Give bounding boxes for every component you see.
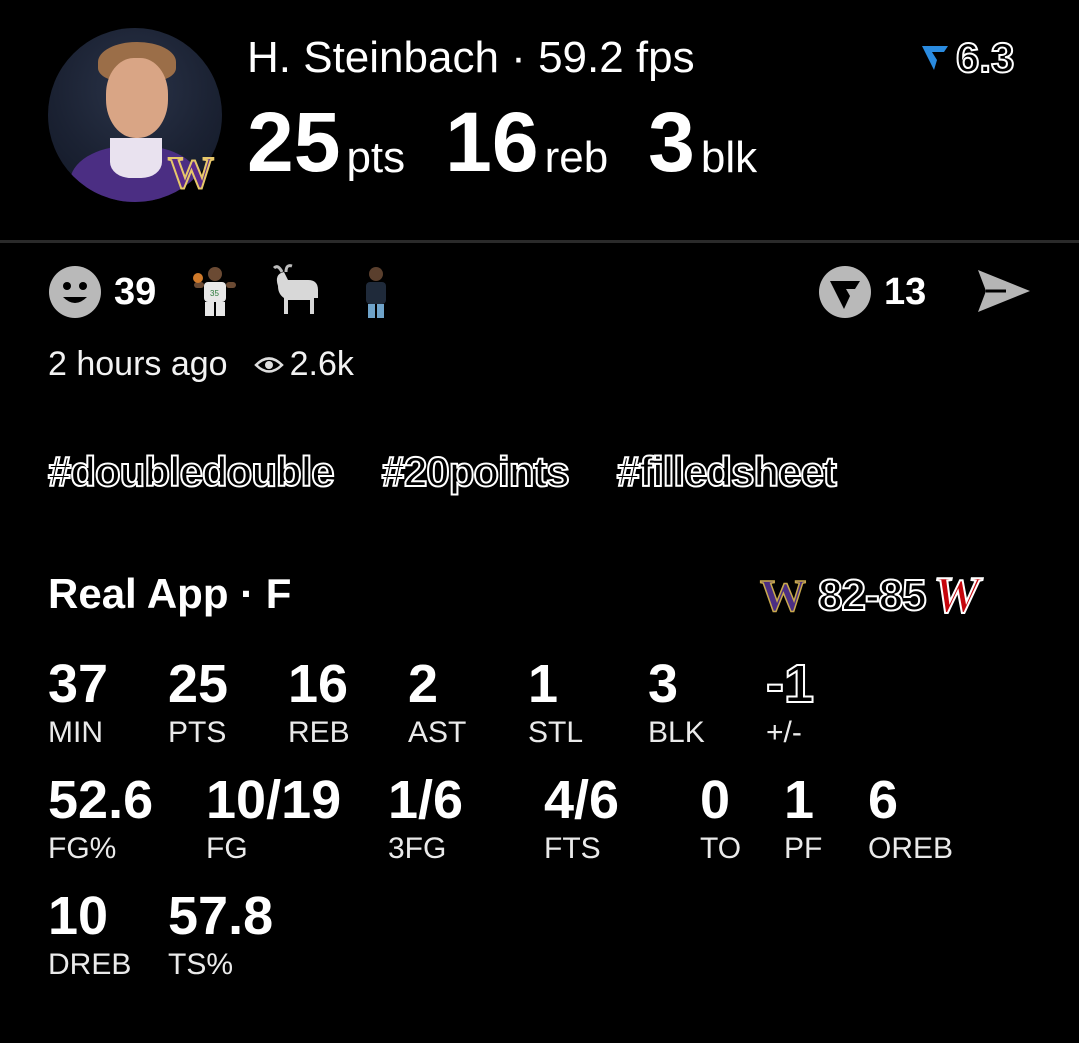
stat-value: 10/19 <box>206 770 342 830</box>
stat-to: 0 TO <box>700 772 741 866</box>
eye-icon <box>253 356 284 373</box>
stat-label: TO <box>700 832 742 865</box>
post-time: 2 hours ago <box>48 345 228 383</box>
stat-value: 10 <box>48 886 109 946</box>
stat-label: 3FG <box>388 832 447 865</box>
stat-label: TS% <box>168 948 234 981</box>
stat-fts: 4/6 FTS <box>544 772 619 866</box>
headline-stat-value: 3 <box>648 95 695 189</box>
stat-pts: 25 PTS <box>168 656 228 750</box>
vote-count: 13 <box>884 270 927 313</box>
stat-value: 2 <box>408 654 439 714</box>
reaction-count: 39 <box>114 270 157 313</box>
share-button[interactable] <box>976 268 1032 319</box>
stat-stl: 1 STL <box>528 656 583 750</box>
stat-label: PF <box>784 832 823 865</box>
stat-value: 0 <box>700 770 731 830</box>
stat-reb: 16 REB <box>288 656 350 750</box>
title-separator: · <box>511 33 539 82</box>
stat-value: -1 <box>765 654 815 714</box>
stat-ast: 2 AST <box>408 656 466 750</box>
stat-value: 16 <box>288 654 349 714</box>
stat-dreb: 10 DREB <box>48 888 131 982</box>
stat-value: 25 <box>168 654 229 714</box>
stat-min: 37 MIN <box>48 656 108 750</box>
smiley-reaction-icon[interactable] <box>48 265 102 319</box>
home-team-logo: W <box>759 569 807 622</box>
stat-label: DREB <box>48 948 132 981</box>
hashtag-list: #doubledouble #20points #filledsheet <box>47 447 884 496</box>
stat-label: PTS <box>168 716 227 749</box>
stat-value: 3 <box>648 654 679 714</box>
stat-3fg: 1/6 3FG <box>388 772 463 866</box>
stat-value: 57.8 <box>168 886 274 946</box>
stat-value: 1/6 <box>388 770 464 830</box>
hashtag[interactable]: #20points <box>381 447 571 496</box>
stat-label: MIN <box>48 716 103 749</box>
stat-value: 52.6 <box>48 770 154 830</box>
player-emoji-icon[interactable]: 35 <box>190 264 240 320</box>
game-score[interactable]: W 82-85 W <box>759 566 981 625</box>
real-logo-icon <box>819 266 871 318</box>
avatar-jersey-collar <box>110 138 162 178</box>
stat-label: AST <box>408 716 467 749</box>
game-title: Real App · F <box>48 570 292 617</box>
stat-fg: 10/19 FG <box>206 772 341 866</box>
stat-value: 1 <box>784 770 815 830</box>
goat-emoji-icon[interactable] <box>270 264 326 320</box>
stat-pf: 1 PF <box>784 772 822 866</box>
stat-label: OREB <box>868 832 954 865</box>
stat-label: FTS <box>544 832 601 865</box>
svg-text:35: 35 <box>210 289 219 298</box>
post-meta: 2 hours ago 2.6k <box>48 345 354 384</box>
player-title[interactable]: H. Steinbach · 59.2 fps <box>247 32 695 84</box>
person-emoji-icon[interactable] <box>356 264 396 320</box>
stat-label: BLK <box>648 716 705 749</box>
stat-fg-pct: 52.6 FG% <box>48 772 153 866</box>
headline-stat-value: 16 <box>445 95 539 189</box>
headline-stat-unit: reb <box>544 133 609 182</box>
stat-value: 1 <box>528 654 559 714</box>
stat-oreb: 6 OREB <box>868 772 953 866</box>
stat-blk: 3 BLK <box>648 656 705 750</box>
stat-label: FG% <box>48 832 117 865</box>
player-name: H. Steinbach <box>247 33 499 82</box>
stat-label: REB <box>288 716 350 749</box>
send-icon <box>978 270 1030 312</box>
final-score: 82-85 <box>817 570 928 621</box>
rating-badge[interactable]: 6.3 <box>920 34 1015 81</box>
headline-stat-value: 25 <box>247 95 341 189</box>
away-team-logo: W <box>933 566 981 625</box>
avatar-face <box>106 58 168 138</box>
stat-label: STL <box>528 716 584 749</box>
headline-stats: 25 pts 16 reb 3 blk <box>247 94 797 184</box>
headline-stat-unit: blk <box>700 133 758 182</box>
view-count: 2.6k <box>253 345 354 384</box>
hashtag[interactable]: #doubledouble <box>47 447 336 496</box>
hashtag[interactable]: #filledsheet <box>616 447 838 496</box>
team-logo: W <box>167 147 215 198</box>
view-count-value: 2.6k <box>289 345 354 383</box>
stat-plus-minus: -1 +/- <box>765 654 815 750</box>
header-divider <box>0 240 1079 243</box>
stat-value: 4/6 <box>544 770 620 830</box>
rating-value: 6.3 <box>955 34 1015 81</box>
headline-stat-unit: pts <box>346 133 406 182</box>
stat-ts-pct: 57.8 TS% <box>168 888 273 982</box>
vote-counter[interactable]: 13 <box>818 264 926 320</box>
stat-label: FG <box>206 832 248 865</box>
reactions-row: 39 35 <box>48 264 396 320</box>
rating-chevron-icon <box>922 46 948 70</box>
stat-label: +/- <box>766 716 802 749</box>
stat-value: 6 <box>868 770 899 830</box>
stat-value: 37 <box>48 654 109 714</box>
fantasy-points: 59.2 fps <box>538 33 695 82</box>
